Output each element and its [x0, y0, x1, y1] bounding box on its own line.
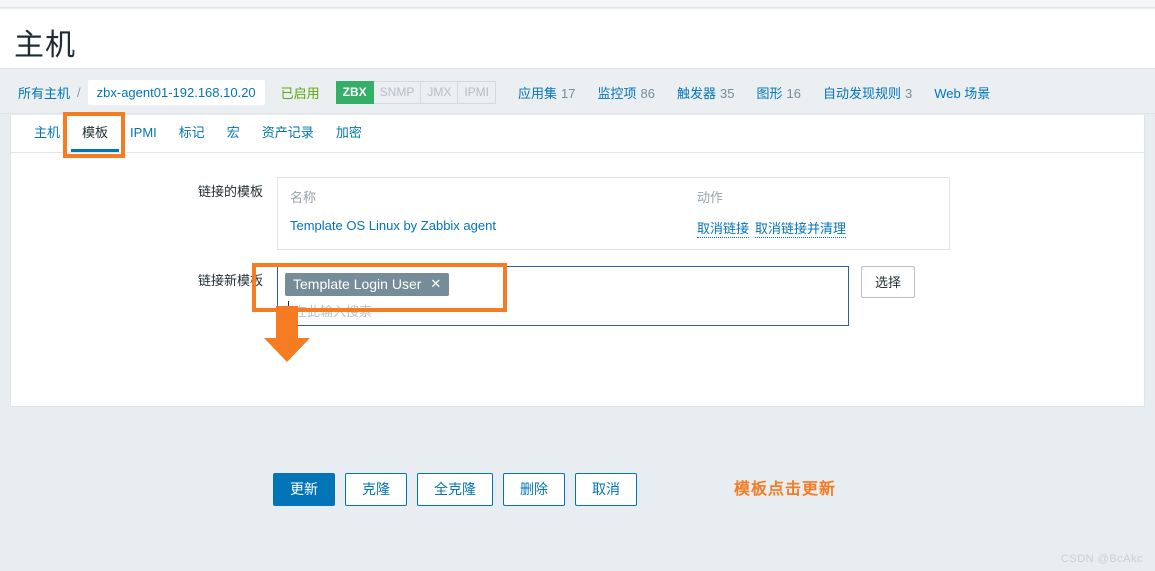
column-header-action: 动作 — [697, 190, 724, 205]
breadcrumb-current-host[interactable]: zbx-agent01-192.168.10.20 — [87, 79, 265, 105]
multiselect-input-line[interactable]: 在此输入搜索 — [285, 299, 841, 321]
unlink-and-clear-link[interactable]: 取消链接并清理 — [755, 221, 847, 238]
link-applications-count: 17 — [561, 85, 576, 101]
tab-macros[interactable]: 宏 — [216, 115, 251, 152]
selected-template-chip[interactable]: Template Login User ✕ — [285, 273, 450, 296]
tab-tags[interactable]: 标记 — [168, 115, 216, 152]
link-items-label: 监控项 — [597, 85, 637, 101]
tab-encryption[interactable]: 加密 — [325, 115, 373, 152]
column-header-name: 名称 — [290, 190, 317, 205]
link-web-scenarios-label: Web 场景 — [934, 85, 991, 101]
remove-chip-icon[interactable]: ✕ — [430, 276, 441, 292]
link-graphs-label: 图形 — [756, 85, 783, 101]
tab-bar: 主机 模板 IPMI 标记 宏 资产记录 加密 — [11, 115, 1144, 153]
page-header: 主机 — [0, 9, 1155, 69]
annotation-note-text: 模板点击更新 — [734, 481, 837, 498]
link-web-scenarios[interactable]: Web 场景 — [934, 83, 990, 102]
breadcrumb: 所有主机 / zbx-agent01-192.168.10.20 已启用 ZBX… — [18, 70, 990, 114]
watermark: CSDN @BcAkc — [1060, 553, 1143, 565]
linked-templates-box: 名称 动作 Template OS Linux by Zabbix agent … — [277, 177, 950, 250]
link-applications[interactable]: 应用集 17 — [518, 83, 575, 102]
host-status-label[interactable]: 已启用 — [281, 83, 320, 102]
template-multiselect[interactable]: Template Login User ✕ 在此输入搜索 — [277, 266, 849, 326]
link-graphs[interactable]: 图形 16 — [756, 83, 800, 102]
link-applications-label: 应用集 — [518, 85, 558, 101]
tab-templates[interactable]: 模板 — [71, 115, 120, 152]
interface-badge-snmp[interactable]: SNMP — [373, 80, 422, 104]
template-actions-cell: 取消链接 取消链接并清理 — [697, 218, 937, 238]
select-template-button[interactable]: 选择 — [861, 266, 916, 298]
interface-badge-ipmi[interactable]: IPMI — [458, 80, 497, 104]
link-new-template-label: 链接新模板 — [197, 273, 263, 288]
link-discovery-rules-count: 3 — [904, 85, 913, 101]
link-discovery-rules-label: 自动发现规则 — [822, 85, 901, 101]
cancel-button[interactable]: 取消 — [575, 473, 637, 506]
link-items-count: 86 — [640, 85, 655, 101]
full-clone-button[interactable]: 全克隆 — [417, 473, 493, 506]
tab-inventory[interactable]: 资产记录 — [251, 115, 325, 152]
selected-template-chip-label: Template Login User — [293, 276, 422, 292]
link-discovery-rules[interactable]: 自动发现规则 3 — [823, 83, 912, 102]
link-triggers[interactable]: 触发器 35 — [677, 83, 734, 102]
template-name-cell: Template OS Linux by Zabbix agent — [290, 218, 697, 237]
link-new-template-row: 链接新模板 Template Login User ✕ 在此输入搜索 选择 — [171, 266, 916, 326]
multiselect-placeholder: 在此输入搜索 — [294, 304, 373, 319]
linked-templates-label: 链接的模板 — [197, 184, 263, 199]
form-action-buttons: 更新 克隆 全克隆 删除 取消 — [273, 473, 637, 506]
template-name-link[interactable]: Template OS Linux by Zabbix agent — [290, 218, 496, 233]
top-strip — [0, 0, 1155, 8]
update-button[interactable]: 更新 — [273, 473, 335, 506]
clone-button[interactable]: 克隆 — [345, 473, 407, 506]
unlink-link[interactable]: 取消链接 — [697, 221, 750, 238]
breadcrumb-all-hosts[interactable]: 所有主机 — [18, 83, 70, 102]
table-row: Template OS Linux by Zabbix agent 取消链接 取消… — [290, 218, 937, 238]
tab-ipmi[interactable]: IPMI — [119, 115, 168, 152]
text-caret — [288, 301, 289, 318]
table-header-row: 名称 动作 — [290, 187, 937, 218]
content-panel: 主机 模板 IPMI 标记 宏 资产记录 加密 链接的模板 名称 动作 Temp… — [10, 115, 1145, 506]
link-items[interactable]: 监控项 86 — [598, 83, 655, 102]
tab-host[interactable]: 主机 — [23, 115, 71, 152]
breadcrumb-separator: / — [77, 84, 81, 100]
link-graphs-count: 16 — [786, 85, 801, 101]
page-title: 主机 — [14, 29, 76, 62]
delete-button[interactable]: 删除 — [503, 473, 565, 506]
link-triggers-count: 35 — [720, 85, 735, 101]
breadcrumb-bar: 所有主机 / zbx-agent01-192.168.10.20 已启用 ZBX… — [0, 70, 1155, 114]
interface-badge-zbx[interactable]: ZBX — [335, 80, 374, 104]
interface-badge-jmx[interactable]: JMX — [421, 80, 459, 104]
linked-templates-row: 链接的模板 名称 动作 Template OS Linux by Zabbix … — [171, 177, 950, 250]
link-new-template-control: Template Login User ✕ 在此输入搜索 选择 — [277, 266, 916, 326]
linked-templates-table: 名称 动作 Template OS Linux by Zabbix agent … — [290, 187, 937, 238]
interface-badges: ZBX SNMP JMX IPMI — [335, 80, 497, 104]
link-triggers-label: 触发器 — [676, 85, 716, 101]
